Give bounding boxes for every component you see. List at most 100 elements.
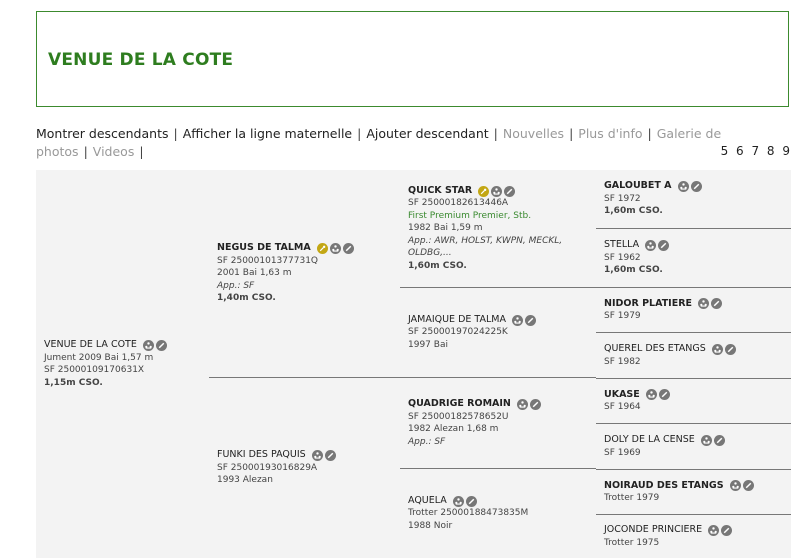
edit-pencil-icon[interactable] [465,495,477,507]
horse-name-row: JOCONDE PRINCIERE [604,524,791,537]
divider: | [493,126,498,141]
maternal-line-link[interactable]: Afficher la ligne maternelle [183,126,352,141]
horse-name-link[interactable]: STELLA [604,239,639,252]
horse-name-link[interactable]: QUEREL DES ETANGS [604,343,706,356]
horse-detail: SF 1969 [604,447,641,458]
horse-name-link[interactable]: FUNKI DES PAQUIS [217,449,306,462]
horse-detail: Trotter 25000188473835M [408,508,529,519]
edit-pencil-icon[interactable] [724,343,736,355]
horse-detail: SF 1982 [604,356,641,367]
pedigree-cell: FUNKI DES PAQUIS SF 25000193016829A 1993 A… [209,378,400,558]
divider: | [139,144,144,159]
horse-name-link[interactable]: AQUELA [408,495,447,508]
horse-detail: SF 25000197024225K [408,327,508,338]
horse-name-link[interactable]: JAMAIQUE DE TALMA [408,314,506,327]
horse-detail: 1997 Bai [408,339,448,350]
horse-name-link[interactable]: GALOUBET A [604,180,672,193]
pedigree-grid: VENUE DE LA COTE Jument 2009 Bai 1,57 m SF… [36,170,791,558]
key-icon[interactable] [316,243,328,254]
edit-pencil-icon[interactable] [721,524,733,536]
edit-pencil-icon[interactable] [342,243,354,254]
pedigree-cell: JAMAIQUE DE TALMA SF 25000197024225K 1997 … [400,288,596,378]
family-tree-icon[interactable] [452,495,464,507]
pedigree-cell: AQUELA Trotter 25000188473835M 1988 Noir [400,469,596,558]
horse-detail: SF 1962 [604,252,641,263]
horse-name-link[interactable]: JOCONDE PRINCIERE [604,524,702,537]
edit-pencil-icon[interactable] [711,298,723,310]
horse-name-link[interactable]: NOIRAUD DES ETANGS [604,480,724,493]
edit-pencil-icon[interactable] [690,181,702,192]
key-icon[interactable] [478,185,490,197]
horse-name-link[interactable]: QUICK STAR [408,185,472,198]
horse-detail: SF 1964 [604,402,641,412]
horse-name-link[interactable]: UKASE [604,389,640,402]
horse-name-row: AQUELA [408,495,596,508]
pedigree-cell: JOCONDE PRINCIERE Trotter 1975 [596,515,791,558]
pedigree-cell: NIDOR PLATIERE SF 1979 [596,288,791,333]
family-tree-icon[interactable] [708,524,720,536]
pedigree-cell: DOLY DE LA CENSE SF 1969 [596,424,791,470]
family-tree-icon[interactable] [645,389,657,401]
family-tree-icon[interactable] [491,185,503,197]
horse-detail: 1,60m CSO. [408,260,467,271]
generation-selector[interactable]: 5 6 7 8 9 [721,144,792,158]
horse-detail: Trotter 1979 [604,493,660,503]
add-descendant-link[interactable]: Ajouter descendant [366,126,488,141]
family-tree-icon[interactable] [698,298,710,310]
pedigree-cell: NEGUS DE TALMA SF 25000101377731Q 2001 Bai… [209,170,400,378]
divider: | [569,126,574,141]
horse-name-row: VENUE DE LA COTE [44,339,209,352]
horse-detail: SF 25000193016829A [217,462,318,473]
horse-name-link[interactable]: DOLY DE LA CENSE [604,434,695,447]
horse-detail: App.: SF [408,436,446,447]
pedigree-cell: UKASE SF 1964 [596,379,791,424]
horse-name-link[interactable]: VENUE DE LA COTE [44,339,137,352]
more-info-link[interactable]: Plus d'info [578,126,642,141]
horse-detail: SF 25000182613446A [408,198,509,209]
horse-detail: SF 25000101377731Q [217,255,318,266]
page-title: VENUE DE LA COTE [48,50,234,70]
horse-detail: 1,60m CSO. [604,206,663,217]
horse-name-row: GALOUBET A [604,180,791,193]
horse-detail: 2001 Bai 1,63 m [217,268,292,279]
edit-pencil-icon[interactable] [658,240,670,251]
family-tree-icon[interactable] [645,240,657,251]
family-tree-icon[interactable] [516,398,528,410]
edit-pencil-icon[interactable] [155,339,167,351]
horse-detail: SF 1972 [604,193,641,204]
horse-detail: SF 1979 [604,311,641,321]
edit-pencil-icon[interactable] [504,185,516,197]
family-tree-icon[interactable] [700,434,712,446]
horse-name-link[interactable]: NEGUS DE TALMA [217,242,311,255]
family-tree-icon[interactable] [677,181,689,192]
news-link[interactable]: Nouvelles [503,126,564,141]
edit-pencil-icon[interactable] [713,434,725,446]
family-tree-icon[interactable] [142,339,154,351]
show-descendants-link[interactable]: Montrer descendants [36,126,168,141]
edit-pencil-icon[interactable] [529,398,541,410]
pedigree-cell: VENUE DE LA COTE Jument 2009 Bai 1,57 m SF… [36,170,209,558]
horse-detail: 1,40m CSO. [217,293,276,304]
edit-pencil-icon[interactable] [658,389,670,401]
edit-pencil-icon[interactable] [324,450,336,461]
horse-name-link[interactable]: QUADRIGE ROMAIN [408,398,511,411]
divider: | [647,126,652,141]
videos-link[interactable]: Videos [93,144,135,159]
horse-name-row: NEGUS DE TALMA [217,242,400,255]
horse-detail: 1,60m CSO. [604,265,663,276]
family-tree-icon[interactable] [711,343,723,355]
family-tree-icon[interactable] [311,450,323,461]
divider: | [357,126,362,141]
family-tree-icon[interactable] [511,314,523,326]
family-tree-icon[interactable] [729,480,741,492]
divider: | [83,144,88,159]
horse-name-row: DOLY DE LA CENSE [604,434,791,447]
horse-detail: App.: SF [217,280,255,291]
horse-detail: SF 25000182578652U [408,411,509,422]
edit-pencil-icon[interactable] [742,480,754,492]
family-tree-icon[interactable] [329,243,341,254]
horse-name-row: STELLA [604,239,791,252]
horse-name-link[interactable]: NIDOR PLATIERE [604,298,692,311]
edit-pencil-icon[interactable] [524,314,536,326]
pedigree-cell: QUICK STAR SF 25000182613446A First Premiu… [400,170,596,288]
